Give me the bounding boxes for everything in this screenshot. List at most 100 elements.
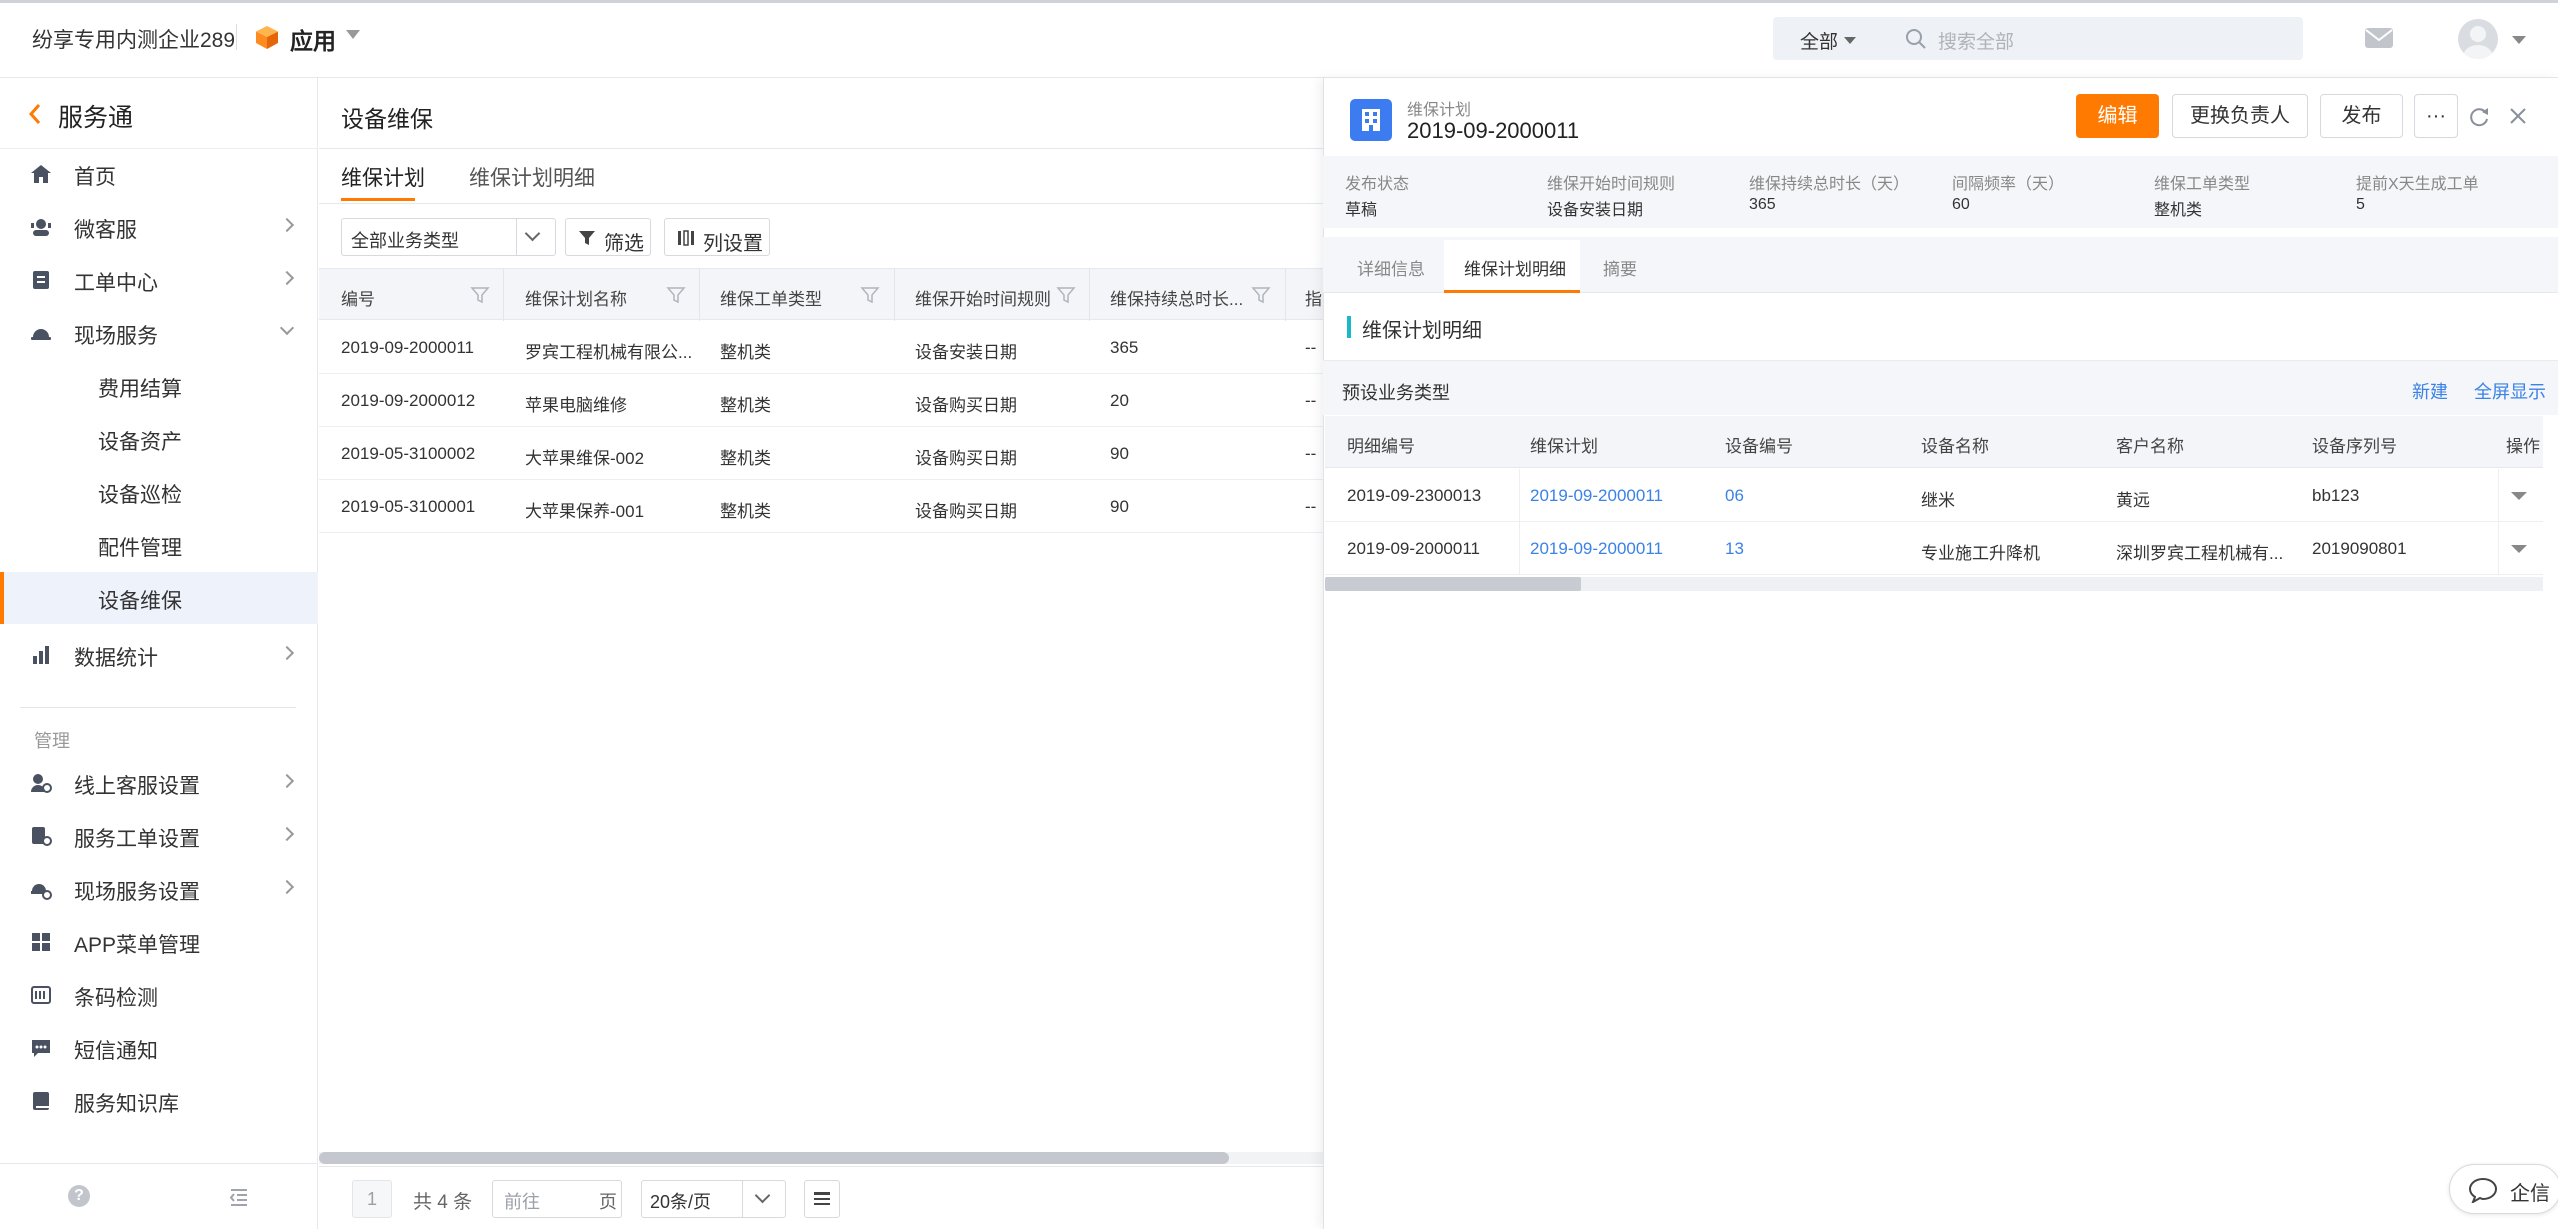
- sidebar-item-sms[interactable]: 短信通知: [0, 1022, 318, 1074]
- column-header[interactable]: 设备序列号: [2312, 432, 2397, 457]
- caret-down-icon[interactable]: [346, 30, 360, 39]
- column-header[interactable]: 维保计划: [1530, 432, 1598, 457]
- column-settings-button[interactable]: 列设置: [664, 218, 770, 256]
- sidebar-subitem-device-assets[interactable]: 设备资产: [0, 413, 318, 465]
- cell-name[interactable]: 苹果电脑维修: [525, 391, 695, 416]
- table-row[interactable]: 2019-09-2300013 2019-09-2000011 06 继米 黄远…: [1325, 469, 2543, 522]
- more-button[interactable]: ···: [2414, 94, 2458, 138]
- sidebar-item-online-cs-settings[interactable]: 线上客服设置: [0, 757, 318, 809]
- table-row[interactable]: 2019-05-3100002 大苹果维保-002 整机类 设备购买日期 90 …: [319, 427, 1323, 480]
- column-filter-icon[interactable]: [470, 285, 490, 305]
- row-actions-caret-icon[interactable]: [2511, 545, 2527, 553]
- column-filter-icon[interactable]: [1251, 285, 1271, 305]
- mail-icon[interactable]: [2364, 26, 2394, 50]
- fullscreen-link[interactable]: 全屏显示: [2474, 378, 2546, 404]
- sidebar-subitem-parts-management[interactable]: 配件管理: [0, 519, 318, 571]
- active-tab-underline: [341, 198, 415, 201]
- sidebar-item-ticket-center[interactable]: 工单中心: [0, 254, 318, 306]
- tab-details[interactable]: 详细信息: [1357, 255, 1425, 280]
- cell-name[interactable]: 大苹果维保-002: [525, 444, 695, 469]
- page-number[interactable]: 1: [352, 1180, 392, 1218]
- cell-name[interactable]: 罗宾工程机械有限公...: [525, 338, 695, 363]
- sidebar-item-ticket-settings[interactable]: 服务工单设置: [0, 810, 318, 862]
- tab-summary[interactable]: 摘要: [1603, 255, 1637, 280]
- sidebar-item-statistics[interactable]: 数据统计: [0, 629, 318, 681]
- column-header[interactable]: 维保持续总时长...: [1110, 285, 1243, 310]
- tab-plan-detail[interactable]: 维保计划明细: [1464, 255, 1566, 280]
- sidebar-item-knowledge-base[interactable]: 服务知识库: [0, 1075, 318, 1127]
- table-row[interactable]: 2019-09-2000011 罗宾工程机械有限公... 整机类 设备安装日期 …: [319, 321, 1323, 374]
- goto-page-placeholder[interactable]: 前往: [504, 1188, 540, 1214]
- filter-button[interactable]: 筛选: [565, 218, 651, 256]
- chevron-right-icon: [279, 879, 295, 895]
- column-header[interactable]: 设备编号: [1725, 432, 1793, 457]
- cell-plan-link[interactable]: 2019-09-2000011: [1530, 486, 1710, 506]
- column-header[interactable]: 明细编号: [1347, 432, 1415, 457]
- cell-plan-link[interactable]: 2019-09-2000011: [1530, 539, 1710, 559]
- column-filter-icon[interactable]: [666, 285, 686, 305]
- divider: [516, 218, 517, 256]
- search-scope-select[interactable]: 全部: [1800, 27, 1838, 54]
- user-gear-icon: [31, 774, 52, 793]
- table-row[interactable]: 2019-09-2000012 苹果电脑维修 整机类 设备购买日期 20 --: [319, 374, 1323, 427]
- summary-value: 5: [2356, 196, 2365, 213]
- cell-device-no-link[interactable]: 13: [1725, 539, 1905, 559]
- table-row[interactable]: 2019-09-2000011 2019-09-2000011 13 专业施工升…: [1325, 522, 2543, 575]
- column-header[interactable]: 编号: [341, 285, 375, 310]
- list-icon: [814, 1192, 830, 1205]
- column-header[interactable]: 维保开始时间规则: [915, 285, 1051, 310]
- tab-maintenance-plan-detail[interactable]: 维保计划明细: [469, 162, 595, 192]
- scrollbar-thumb[interactable]: [1325, 577, 1581, 591]
- column-header[interactable]: 维保计划名称: [525, 285, 627, 310]
- summary-label: 发布状态: [1345, 176, 1410, 193]
- sidebar-subitem-device-inspection[interactable]: 设备巡检: [0, 466, 318, 518]
- caret-down-icon[interactable]: [1844, 37, 1856, 44]
- page-size-value[interactable]: 20条/页: [650, 1188, 711, 1214]
- barcode-icon: [31, 986, 51, 1004]
- cell-name[interactable]: 大苹果保养-001: [525, 497, 695, 522]
- publish-button[interactable]: 发布: [2320, 94, 2403, 138]
- collapse-menu-icon[interactable]: [228, 1186, 250, 1208]
- change-owner-button[interactable]: 更换负责人: [2172, 94, 2308, 138]
- new-link[interactable]: 新建: [2412, 378, 2448, 404]
- refresh-icon[interactable]: [2468, 105, 2490, 127]
- cell-duration: 90: [1110, 444, 1129, 463]
- sidebar-item-label: 首页: [74, 166, 116, 189]
- help-icon[interactable]: ?: [68, 1185, 90, 1207]
- scrollbar-thumb[interactable]: [319, 1152, 1229, 1164]
- sidebar-title[interactable]: 服务通: [58, 98, 133, 134]
- filter-button-label: 筛选: [604, 233, 644, 255]
- column-header[interactable]: 操作: [2506, 432, 2540, 457]
- summary-value: 60: [1952, 196, 1970, 213]
- search-input[interactable]: 搜索全部: [1938, 27, 2014, 54]
- cell-device-no-link[interactable]: 06: [1725, 486, 1905, 506]
- business-type-select-value[interactable]: 全部业务类型: [351, 227, 459, 253]
- sidebar-item-home[interactable]: 首页: [0, 148, 318, 200]
- sidebar-item-field-service-settings[interactable]: 现场服务设置: [0, 863, 318, 915]
- tab-maintenance-plan[interactable]: 维保计划: [341, 162, 425, 192]
- column-header[interactable]: 设备名称: [1921, 432, 1989, 457]
- avatar[interactable]: [2458, 19, 2498, 59]
- caret-down-icon[interactable]: [2512, 36, 2526, 44]
- column-header[interactable]: 客户名称: [2116, 432, 2184, 457]
- sidebar-item-barcode[interactable]: 条码检测: [0, 969, 318, 1021]
- sidebar-subitem-fee-settlement[interactable]: 费用结算: [0, 360, 318, 412]
- column-header[interactable]: 维保工单类型: [720, 285, 822, 310]
- column-divider: [1089, 269, 1090, 321]
- sidebar-item-app-menu[interactable]: APP菜单管理: [0, 916, 318, 968]
- edit-button[interactable]: 编辑: [2076, 94, 2159, 138]
- back-arrow-icon[interactable]: [28, 102, 42, 126]
- column-header[interactable]: 指: [1305, 285, 1323, 310]
- column-filter-icon[interactable]: [860, 285, 880, 305]
- table-view-button[interactable]: [804, 1180, 840, 1218]
- table-row[interactable]: 2019-05-3100001 大苹果保养-001 整机类 设备购买日期 90 …: [319, 480, 1323, 533]
- column-filter-icon[interactable]: [1056, 285, 1076, 305]
- sidebar-item-weikefu[interactable]: 微客服: [0, 201, 318, 253]
- chat-button-label[interactable]: 企信: [2510, 1177, 2550, 1206]
- row-actions-caret-icon[interactable]: [2511, 492, 2527, 500]
- close-icon[interactable]: [2507, 105, 2529, 127]
- sidebar-subitem-device-maintenance[interactable]: 设备维保: [0, 572, 318, 624]
- sidebar-item-field-service[interactable]: 现场服务: [0, 307, 318, 359]
- app-cube-icon[interactable]: [254, 24, 280, 50]
- app-switcher-label[interactable]: 应用: [290, 22, 336, 56]
